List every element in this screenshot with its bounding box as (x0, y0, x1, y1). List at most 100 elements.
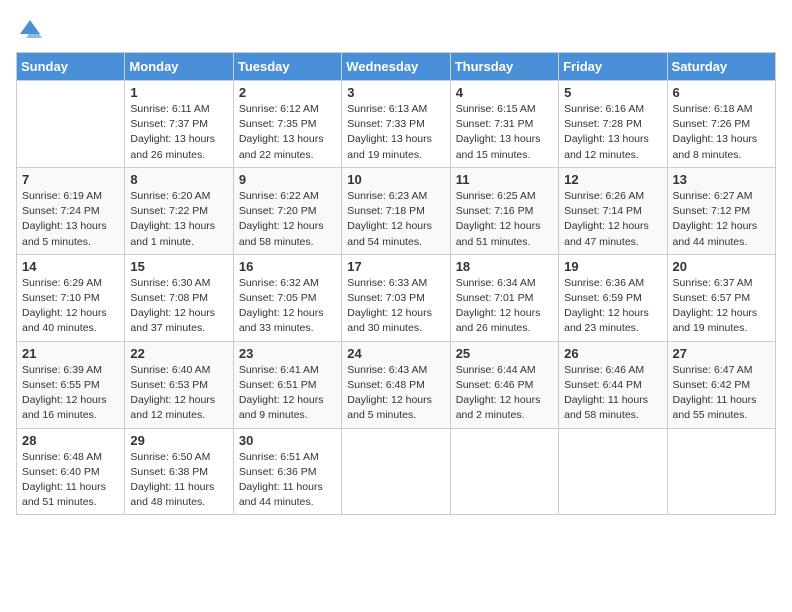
day-number: 9 (239, 172, 336, 187)
weekday-friday: Friday (559, 53, 667, 81)
day-number: 19 (564, 259, 661, 274)
weekday-sunday: Sunday (17, 53, 125, 81)
day-number: 26 (564, 346, 661, 361)
day-number: 1 (130, 85, 227, 100)
calendar-cell: 20 Sunrise: 6:37 AM Sunset: 6:57 PM Dayli… (667, 254, 775, 341)
day-number: 7 (22, 172, 119, 187)
day-info: Sunrise: 6:43 AM Sunset: 6:48 PM Dayligh… (347, 363, 444, 424)
day-info: Sunrise: 6:19 AM Sunset: 7:24 PM Dayligh… (22, 189, 119, 250)
day-number: 17 (347, 259, 444, 274)
calendar-cell: 14 Sunrise: 6:29 AM Sunset: 7:10 PM Dayli… (17, 254, 125, 341)
calendar-cell: 29 Sunrise: 6:50 AM Sunset: 6:38 PM Dayli… (125, 428, 233, 515)
calendar-cell: 4 Sunrise: 6:15 AM Sunset: 7:31 PM Daylig… (450, 81, 558, 168)
calendar-table: SundayMondayTuesdayWednesdayThursdayFrid… (16, 52, 776, 515)
day-info: Sunrise: 6:36 AM Sunset: 6:59 PM Dayligh… (564, 276, 661, 337)
day-number: 6 (673, 85, 770, 100)
calendar-cell: 26 Sunrise: 6:46 AM Sunset: 6:44 PM Dayli… (559, 341, 667, 428)
calendar-week-1: 1 Sunrise: 6:11 AM Sunset: 7:37 PM Daylig… (17, 81, 776, 168)
day-number: 13 (673, 172, 770, 187)
day-number: 11 (456, 172, 553, 187)
day-info: Sunrise: 6:26 AM Sunset: 7:14 PM Dayligh… (564, 189, 661, 250)
day-info: Sunrise: 6:15 AM Sunset: 7:31 PM Dayligh… (456, 102, 553, 163)
day-info: Sunrise: 6:22 AM Sunset: 7:20 PM Dayligh… (239, 189, 336, 250)
day-number: 25 (456, 346, 553, 361)
day-number: 16 (239, 259, 336, 274)
day-info: Sunrise: 6:46 AM Sunset: 6:44 PM Dayligh… (564, 363, 661, 424)
calendar-cell: 7 Sunrise: 6:19 AM Sunset: 7:24 PM Daylig… (17, 167, 125, 254)
day-info: Sunrise: 6:41 AM Sunset: 6:51 PM Dayligh… (239, 363, 336, 424)
calendar-week-4: 21 Sunrise: 6:39 AM Sunset: 6:55 PM Dayli… (17, 341, 776, 428)
day-info: Sunrise: 6:40 AM Sunset: 6:53 PM Dayligh… (130, 363, 227, 424)
weekday-thursday: Thursday (450, 53, 558, 81)
day-info: Sunrise: 6:18 AM Sunset: 7:26 PM Dayligh… (673, 102, 770, 163)
calendar-cell: 19 Sunrise: 6:36 AM Sunset: 6:59 PM Dayli… (559, 254, 667, 341)
day-number: 22 (130, 346, 227, 361)
day-number: 12 (564, 172, 661, 187)
calendar-cell (450, 428, 558, 515)
day-info: Sunrise: 6:37 AM Sunset: 6:57 PM Dayligh… (673, 276, 770, 337)
calendar-cell: 21 Sunrise: 6:39 AM Sunset: 6:55 PM Dayli… (17, 341, 125, 428)
calendar-week-3: 14 Sunrise: 6:29 AM Sunset: 7:10 PM Dayli… (17, 254, 776, 341)
calendar-cell: 28 Sunrise: 6:48 AM Sunset: 6:40 PM Dayli… (17, 428, 125, 515)
day-info: Sunrise: 6:20 AM Sunset: 7:22 PM Dayligh… (130, 189, 227, 250)
calendar-cell: 10 Sunrise: 6:23 AM Sunset: 7:18 PM Dayli… (342, 167, 450, 254)
day-number: 20 (673, 259, 770, 274)
calendar-cell: 2 Sunrise: 6:12 AM Sunset: 7:35 PM Daylig… (233, 81, 341, 168)
logo (16, 16, 44, 44)
calendar-cell: 9 Sunrise: 6:22 AM Sunset: 7:20 PM Daylig… (233, 167, 341, 254)
day-number: 5 (564, 85, 661, 100)
calendar-cell: 23 Sunrise: 6:41 AM Sunset: 6:51 PM Dayli… (233, 341, 341, 428)
day-number: 24 (347, 346, 444, 361)
day-info: Sunrise: 6:39 AM Sunset: 6:55 PM Dayligh… (22, 363, 119, 424)
calendar-cell: 25 Sunrise: 6:44 AM Sunset: 6:46 PM Dayli… (450, 341, 558, 428)
day-number: 18 (456, 259, 553, 274)
day-number: 27 (673, 346, 770, 361)
calendar-cell: 22 Sunrise: 6:40 AM Sunset: 6:53 PM Dayli… (125, 341, 233, 428)
calendar-cell: 1 Sunrise: 6:11 AM Sunset: 7:37 PM Daylig… (125, 81, 233, 168)
day-number: 2 (239, 85, 336, 100)
day-number: 10 (347, 172, 444, 187)
weekday-tuesday: Tuesday (233, 53, 341, 81)
day-number: 28 (22, 433, 119, 448)
day-info: Sunrise: 6:23 AM Sunset: 7:18 PM Dayligh… (347, 189, 444, 250)
day-info: Sunrise: 6:30 AM Sunset: 7:08 PM Dayligh… (130, 276, 227, 337)
logo-icon (16, 16, 44, 44)
calendar-cell: 11 Sunrise: 6:25 AM Sunset: 7:16 PM Dayli… (450, 167, 558, 254)
day-number: 23 (239, 346, 336, 361)
day-number: 21 (22, 346, 119, 361)
calendar-cell: 24 Sunrise: 6:43 AM Sunset: 6:48 PM Dayli… (342, 341, 450, 428)
calendar-cell: 17 Sunrise: 6:33 AM Sunset: 7:03 PM Dayli… (342, 254, 450, 341)
day-info: Sunrise: 6:25 AM Sunset: 7:16 PM Dayligh… (456, 189, 553, 250)
day-info: Sunrise: 6:33 AM Sunset: 7:03 PM Dayligh… (347, 276, 444, 337)
day-info: Sunrise: 6:11 AM Sunset: 7:37 PM Dayligh… (130, 102, 227, 163)
calendar-cell (667, 428, 775, 515)
day-number: 3 (347, 85, 444, 100)
day-info: Sunrise: 6:29 AM Sunset: 7:10 PM Dayligh… (22, 276, 119, 337)
calendar-cell (17, 81, 125, 168)
day-number: 30 (239, 433, 336, 448)
calendar-cell (559, 428, 667, 515)
calendar-week-2: 7 Sunrise: 6:19 AM Sunset: 7:24 PM Daylig… (17, 167, 776, 254)
weekday-saturday: Saturday (667, 53, 775, 81)
day-info: Sunrise: 6:12 AM Sunset: 7:35 PM Dayligh… (239, 102, 336, 163)
calendar-body: 1 Sunrise: 6:11 AM Sunset: 7:37 PM Daylig… (17, 81, 776, 515)
day-number: 15 (130, 259, 227, 274)
calendar-cell: 3Sunrise: 6:13 AM Sunset: 7:33 PM Daylig… (342, 81, 450, 168)
day-number: 29 (130, 433, 227, 448)
day-number: 14 (22, 259, 119, 274)
calendar-cell: 30Sunrise: 6:51 AM Sunset: 6:36 PM Dayli… (233, 428, 341, 515)
day-info: Sunrise: 6:50 AM Sunset: 6:38 PM Dayligh… (130, 450, 227, 511)
day-info: Sunrise: 6:47 AM Sunset: 6:42 PM Dayligh… (673, 363, 770, 424)
day-info: Sunrise: 6:16 AM Sunset: 7:28 PM Dayligh… (564, 102, 661, 163)
weekday-wednesday: Wednesday (342, 53, 450, 81)
day-number: 4 (456, 85, 553, 100)
day-info: Sunrise: 6:32 AM Sunset: 7:05 PM Dayligh… (239, 276, 336, 337)
calendar-cell: 12 Sunrise: 6:26 AM Sunset: 7:14 PM Dayli… (559, 167, 667, 254)
day-info: Sunrise: 6:27 AM Sunset: 7:12 PM Dayligh… (673, 189, 770, 250)
calendar-cell (342, 428, 450, 515)
calendar-cell: 8 Sunrise: 6:20 AM Sunset: 7:22 PM Daylig… (125, 167, 233, 254)
day-info: Sunrise: 6:48 AM Sunset: 6:40 PM Dayligh… (22, 450, 119, 511)
weekday-header-row: SundayMondayTuesdayWednesdayThursdayFrid… (17, 53, 776, 81)
day-info: Sunrise: 6:44 AM Sunset: 6:46 PM Dayligh… (456, 363, 553, 424)
day-number: 8 (130, 172, 227, 187)
